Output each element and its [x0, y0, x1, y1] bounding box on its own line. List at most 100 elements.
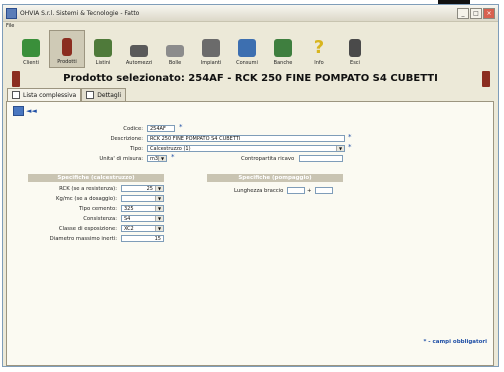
toolbar-label: Clienti — [23, 60, 39, 66]
tipo-label: Tipo: — [130, 146, 143, 152]
exit-icon — [349, 39, 361, 57]
kgmc-label: Kg/mc (se a dosaggio): — [56, 196, 117, 202]
back-arrow-icon[interactable]: ◄◄ — [26, 107, 37, 115]
unita-misura-value: m3 — [150, 156, 159, 162]
toolbar-bolle-button[interactable]: Bolle — [157, 30, 193, 68]
tipo-cemento-select[interactable]: 325 ▼ — [121, 205, 164, 212]
rck-select[interactable]: 25 ▼ — [121, 185, 164, 192]
record-nav: ◄◄ — [13, 106, 37, 116]
lunghezza-braccio-label: Lunghezza braccio — [234, 188, 284, 194]
descrizione-label: Descrizione: — [110, 136, 143, 142]
diametro-field[interactable]: 15 — [121, 235, 164, 242]
truck-icon — [130, 45, 148, 57]
printer-icon — [166, 45, 184, 57]
chevron-down-icon[interactable]: ▼ — [155, 216, 163, 221]
selected-product-bar: Prodotto selezionato: 254AF - RCK 250 FI… — [3, 71, 498, 89]
tab-dettagli[interactable]: Dettagli — [81, 88, 127, 101]
window-title: OHVIA S.r.l. Sistemi & Tecnologie - Fatt… — [20, 9, 140, 17]
clients-icon — [22, 39, 40, 57]
toolbar-consumi-button[interactable]: Consumi — [229, 30, 265, 68]
consumption-icon — [238, 39, 256, 57]
tipo-cemento-label: Tipo cemento: — [79, 206, 117, 212]
chevron-down-icon[interactable]: ▼ — [155, 226, 163, 231]
classe-esposizione-select[interactable]: XC2 ▼ — [121, 225, 164, 232]
consistenza-label: Consistenza: — [83, 216, 117, 222]
toolbar-label: Impianti — [200, 60, 222, 66]
chevron-down-icon[interactable]: ▼ — [158, 156, 166, 161]
toolbar-label: Info — [314, 60, 324, 66]
toolbar-info-button[interactable]: ? Info — [301, 30, 337, 68]
tipo-select[interactable]: Calcestruzzo (1) ▼ — [147, 145, 345, 152]
plus-sign: + — [307, 188, 312, 194]
app-window: OHVIA S.r.l. Sistemi & Tecnologie - Fatt… — [2, 4, 499, 367]
classe-esposizione-label: Classe di esposizione: — [58, 226, 117, 232]
required-mark: * — [348, 133, 352, 141]
products-icon — [62, 38, 72, 56]
price-list-icon — [94, 39, 112, 57]
diametro-label: Diametro massimo inerti: — [49, 236, 117, 242]
toolbar-label: Consumi — [236, 60, 258, 66]
required-mark: * — [179, 123, 183, 131]
toolbar-label: Listini — [95, 60, 111, 66]
tab-lista-complessiva[interactable]: Lista complessiva — [7, 88, 82, 101]
menu-file[interactable]: File — [6, 23, 14, 29]
toolbar-label: Banche — [273, 60, 293, 66]
toolbar-label: Bolle — [168, 60, 182, 66]
tab-strip: Lista complessiva Dettagli — [7, 88, 127, 102]
app-icon — [6, 7, 17, 19]
maximize-button[interactable]: □ — [470, 8, 482, 19]
bank-icon — [274, 39, 292, 57]
title-bar: OHVIA S.r.l. Sistemi & Tecnologie - Fatt… — [3, 5, 498, 22]
codice-label: Codice: — [123, 126, 143, 132]
chevron-down-icon[interactable]: ▼ — [155, 196, 163, 201]
required-mark: * — [348, 143, 352, 151]
descrizione-field[interactable]: RCK 250 FINE POMPATO S4 CUBETTI — [147, 135, 345, 142]
toolbar-impianti-button[interactable]: Impianti — [193, 30, 229, 68]
tipo-cemento-value: 325 — [124, 206, 134, 212]
menu-bar: File — [3, 22, 498, 30]
list-icon — [12, 91, 20, 99]
unita-misura-select[interactable]: m3 ▼ — [147, 155, 167, 162]
kgmc-select[interactable]: ▼ — [121, 195, 164, 202]
close-button[interactable]: × — [483, 8, 495, 19]
toolbar-label: Automezzi — [125, 60, 153, 66]
toolbar-prodotti-button[interactable]: Prodotti — [49, 30, 85, 68]
section-calcestruzzo: Specifiche (calcestruzzo) — [28, 174, 164, 182]
chevron-down-icon[interactable]: ▼ — [155, 206, 163, 211]
tipo-select-value: Calcestruzzo (1) — [150, 146, 191, 152]
rck-label: RCK (se a resistenza): — [59, 186, 117, 192]
codice-field[interactable]: 254AF — [147, 125, 175, 132]
required-fields-note: * - campi obbligatori — [423, 339, 487, 345]
window-controls: _ □ × — [457, 8, 495, 19]
toolbar-automezzi-button[interactable]: Automezzi — [121, 30, 157, 68]
consistenza-value: S4 — [124, 216, 131, 222]
selected-product-title: Prodotto selezionato: 254AF - RCK 250 FI… — [63, 73, 438, 84]
section-pompaggio: Specifiche (pompaggio) — [207, 174, 343, 182]
save-icon[interactable] — [13, 106, 24, 116]
contropartita-field[interactable] — [299, 155, 343, 162]
toolbar-clienti-button[interactable]: Clienti — [13, 30, 49, 68]
toolbar-label: Prodotti — [57, 59, 77, 65]
question-icon: ? — [313, 37, 325, 58]
classe-esposizione-value: XC2 — [124, 226, 134, 232]
consistenza-select[interactable]: S4 ▼ — [121, 215, 164, 222]
lunghezza-braccio-field[interactable] — [287, 187, 305, 194]
chevron-down-icon[interactable]: ▼ — [155, 186, 163, 191]
main-toolbar: Clienti Prodotti Listini Automezzi Bolle… — [3, 30, 498, 70]
minimize-button[interactable]: _ — [457, 8, 469, 19]
required-mark: * — [171, 153, 175, 161]
plant-icon — [202, 39, 220, 57]
details-panel: ◄◄ Codice: 254AF * Descrizione: RCK 250 … — [6, 101, 494, 366]
unita-misura-label: Unita' di misura: — [99, 156, 143, 162]
book-icon — [482, 71, 490, 87]
tab-label: Lista complessiva — [23, 91, 77, 99]
lunghezza-braccio-extra-field[interactable] — [315, 187, 333, 194]
tab-label: Dettagli — [97, 91, 122, 99]
contropartita-label: Contropartita ricavo — [241, 156, 295, 162]
chevron-down-icon[interactable]: ▼ — [336, 146, 344, 151]
toolbar-label: Esci — [350, 60, 360, 66]
toolbar-esci-button[interactable]: Esci — [337, 30, 373, 68]
toolbar-listini-button[interactable]: Listini — [85, 30, 121, 68]
details-icon — [86, 91, 95, 99]
toolbar-banche-button[interactable]: Banche — [265, 30, 301, 68]
